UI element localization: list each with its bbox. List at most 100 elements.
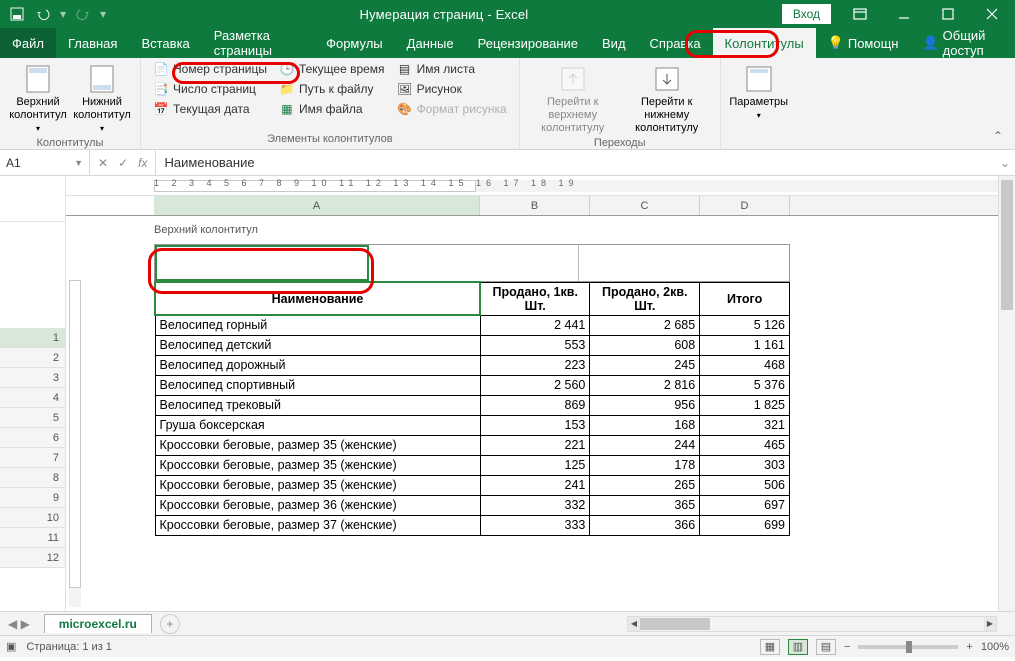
qat-dropdown-icon[interactable]: ▾ [58,7,68,21]
enter-icon[interactable]: ✓ [118,156,128,170]
cell-name[interactable]: Кроссовки беговые, размер 35 (женские) [155,455,480,475]
record-macro-icon[interactable]: ▣ [6,640,16,653]
maximize-icon[interactable] [933,1,963,27]
th-q2[interactable]: Продано, 2кв. Шт. [590,282,700,315]
namebox-dropdown-icon[interactable]: ▼ [74,158,83,168]
tab-page-layout[interactable]: Разметка страницы [202,28,314,58]
header-right-cell[interactable] [579,245,789,281]
th-name[interactable]: Наименование [155,282,480,315]
cell-q1[interactable]: 332 [480,495,590,515]
zoom-knob[interactable] [906,641,912,653]
header-left-cell[interactable] [155,245,369,281]
hscroll-right-icon[interactable]: ▶ [984,617,996,631]
cell-q2[interactable]: 244 [590,435,700,455]
fx-icon[interactable]: fx [138,156,147,170]
collapse-ribbon-icon[interactable]: ⌃ [993,129,1009,145]
cell-q2[interactable]: 608 [590,335,700,355]
ribbon-display-options-icon[interactable] [845,1,875,27]
col-header-rest[interactable] [790,196,1015,215]
cell-name[interactable]: Груша боксерская [155,415,480,435]
cell-q1[interactable]: 2 441 [480,315,590,335]
cell-q2[interactable]: 168 [590,415,700,435]
row-header[interactable]: 7 [0,448,65,468]
zoom-in-button[interactable]: + [966,641,972,653]
cell-q1[interactable]: 223 [480,355,590,375]
select-all-corner[interactable] [0,176,65,222]
cell-q1[interactable]: 553 [480,335,590,355]
cell-q2[interactable]: 265 [590,475,700,495]
cell-q1[interactable]: 153 [480,415,590,435]
row-header[interactable]: 10 [0,508,65,528]
cell-total[interactable]: 468 [700,355,790,375]
goto-footer-button[interactable]: Перейти к нижнему колонтитулу [622,60,712,135]
cell-total[interactable]: 1 825 [700,395,790,415]
row-header[interactable]: 1 [0,328,65,348]
cell-total[interactable]: 697 [700,495,790,515]
file-name-button[interactable]: ▦Имя файла [275,100,389,118]
cell-name[interactable]: Велосипед горный [155,315,480,335]
th-total[interactable]: Итого [700,282,790,315]
row-header[interactable]: 11 [0,528,65,548]
expand-formula-bar-icon[interactable]: ⌄ [995,150,1015,175]
row-header[interactable]: 12 [0,548,65,568]
page-count-button[interactable]: 📑Число страниц [149,80,271,98]
col-header-c[interactable]: C [590,196,700,215]
tab-help[interactable]: Справка [638,28,713,58]
share-button[interactable]: 👤Общий доступ [910,28,1015,58]
cell-total[interactable]: 1 161 [700,335,790,355]
cell-name[interactable]: Велосипед детский [155,335,480,355]
sheet-tab[interactable]: microexcel.ru [44,614,152,633]
row-header[interactable]: 4 [0,388,65,408]
add-sheet-button[interactable]: + [160,614,180,634]
tab-tell-me[interactable]: 💡Помощн [816,28,911,58]
view-normal-button[interactable]: ▦ [760,639,780,655]
row-header[interactable]: 2 [0,348,65,368]
hscroll-thumb[interactable] [640,618,710,630]
row-header[interactable]: 3 [0,368,65,388]
tab-file[interactable]: Файл [0,28,56,58]
row-header[interactable]: 6 [0,428,65,448]
current-time-button[interactable]: 🕒Текущее время [275,60,389,78]
cell-name[interactable]: Велосипед спортивный [155,375,480,395]
page-number-button[interactable]: 📄Номер страницы [149,60,271,78]
close-icon[interactable] [977,1,1007,27]
row-header[interactable]: 9 [0,488,65,508]
sheet-name-button[interactable]: ▤Имя листа [393,60,511,78]
tab-header-footer[interactable]: Колонтитулы [713,28,816,58]
cell-q1[interactable]: 241 [480,475,590,495]
cell-q2[interactable]: 956 [590,395,700,415]
current-date-button[interactable]: 📅Текущая дата [149,100,271,118]
cell-q2[interactable]: 178 [590,455,700,475]
header-center-cell[interactable] [369,245,580,281]
tab-review[interactable]: Рецензирование [466,28,590,58]
cell-total[interactable]: 699 [700,515,790,535]
cell-name[interactable]: Велосипед дорожный [155,355,480,375]
th-q1[interactable]: Продано, 1кв. Шт. [480,282,590,315]
zoom-level[interactable]: 100% [981,641,1009,653]
file-path-button[interactable]: 📁Путь к файлу [275,80,389,98]
cell-q1[interactable]: 869 [480,395,590,415]
redo-icon[interactable] [72,3,94,25]
vertical-scrollbar[interactable] [998,176,1015,611]
cancel-icon[interactable]: ✕ [98,156,108,170]
cell-total[interactable]: 506 [700,475,790,495]
zoom-out-button[interactable]: − [844,641,850,653]
vscroll-thumb[interactable] [1001,180,1013,310]
login-button[interactable]: Вход [782,4,831,24]
tab-insert[interactable]: Вставка [129,28,201,58]
cell-q1[interactable]: 221 [480,435,590,455]
cell-name[interactable]: Кроссовки беговые, размер 37 (женские) [155,515,480,535]
cell-name[interactable]: Велосипед трековый [155,395,480,415]
horizontal-scrollbar[interactable]: ◀ ▶ [627,616,997,632]
save-icon[interactable] [6,3,28,25]
undo-icon[interactable] [32,3,54,25]
footer-button[interactable]: Нижний колонтитул▾ [72,60,132,135]
formula-input[interactable]: Наименование [156,150,995,175]
hscroll-left-icon[interactable]: ◀ [628,617,640,631]
cell-q1[interactable]: 333 [480,515,590,535]
view-page-break-button[interactable]: ▤ [816,639,836,655]
col-header-d[interactable]: D [700,196,790,215]
cell-q2[interactable]: 2 685 [590,315,700,335]
cell-total[interactable]: 303 [700,455,790,475]
cell-q2[interactable]: 366 [590,515,700,535]
